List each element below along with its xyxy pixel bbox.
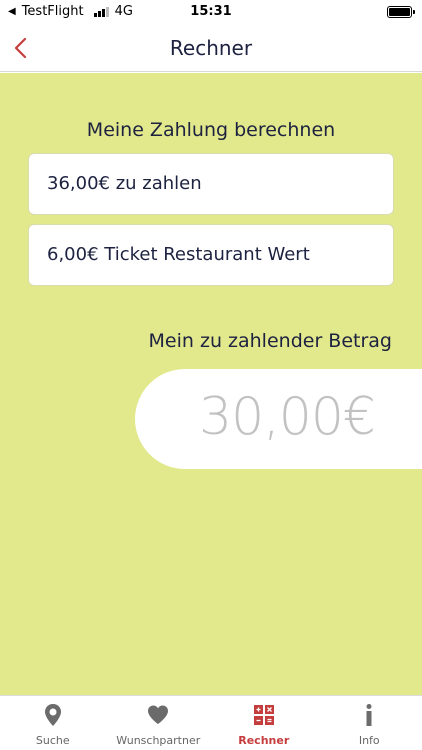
status-bar: ◀ TestFlight 4G 15:31 xyxy=(0,0,422,24)
result-display: 30,00€ xyxy=(135,369,422,469)
tab-label: Suche xyxy=(35,734,70,747)
page-title: Rechner xyxy=(169,36,253,60)
info-icon xyxy=(366,704,372,726)
ticket-value-field[interactable]: 6,00€ Ticket Restaurant Wert xyxy=(28,224,394,286)
tab-label: Wunschpartner xyxy=(116,734,201,747)
tab-rechner[interactable]: Rechner xyxy=(211,696,317,750)
calculator-icon xyxy=(253,705,274,725)
tab-info[interactable]: Info xyxy=(317,696,422,750)
navigation-bar: Rechner xyxy=(0,24,422,72)
status-time: 15:31 xyxy=(190,4,232,19)
location-pin-icon xyxy=(44,704,61,726)
calculator-panel: Meine Zahlung berechnen 36,00€ zu zahlen… xyxy=(0,73,422,695)
tab-suche[interactable]: Suche xyxy=(0,696,106,750)
battery-icon xyxy=(387,6,415,18)
heart-icon xyxy=(148,705,169,724)
tab-label: Info xyxy=(358,734,380,747)
tab-wunschpartner[interactable]: Wunschpartner xyxy=(106,696,212,750)
tab-bar: Suche Wunschpartner Rechner Info xyxy=(0,695,422,750)
amount-to-pay-field[interactable]: 36,00€ zu zahlen xyxy=(28,153,394,215)
section-title: Meine Zahlung berechnen xyxy=(86,119,336,141)
result-value: 30,00€ xyxy=(199,387,376,447)
result-label: Mein zu zahlender Betrag xyxy=(148,330,392,352)
tab-label: Rechner xyxy=(238,734,290,747)
